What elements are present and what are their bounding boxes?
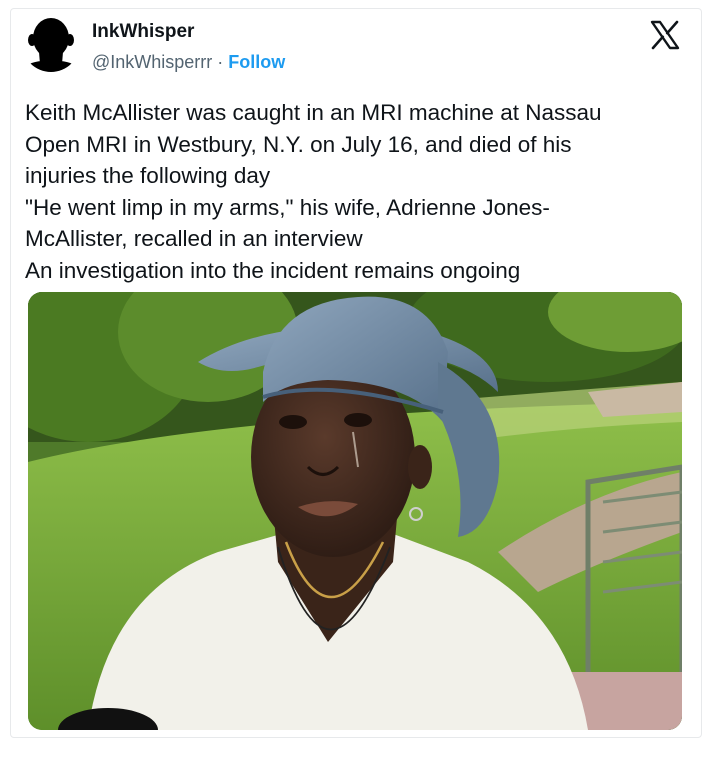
page: InkWhisper @InkWhisperrr · Follow Keith …	[0, 0, 716, 768]
display-name[interactable]: InkWhisper	[92, 20, 194, 44]
tweet-line: Open MRI in Westbury, N.Y. on July 16, a…	[25, 131, 572, 157]
photo-illustration	[28, 292, 682, 730]
handle-separator: ·	[212, 52, 229, 72]
tweet-line: "He went limp in my arms," his wife, Adr…	[25, 194, 550, 220]
x-logo-glyph	[650, 20, 680, 50]
tweet-line: injuries the following day	[25, 163, 271, 188]
avatar[interactable]	[22, 14, 80, 72]
follow-button[interactable]: Follow	[228, 52, 285, 72]
silhouette-avatar-icon	[22, 14, 80, 72]
user-handle[interactable]: @InkWhisperrr	[92, 52, 212, 72]
handle-row: @InkWhisperrr · Follow	[92, 50, 285, 74]
x-logo-icon[interactable]	[650, 20, 680, 50]
tweet-text: Keith McAllister was caught in an MRI ma…	[25, 97, 685, 286]
tweet-line: An investigation into the incident remai…	[25, 257, 521, 283]
tweet-line: Keith McAllister was caught in an MRI ma…	[25, 100, 602, 125]
tweet-line: McAllister, recalled in an interview	[25, 226, 363, 251]
tweet-photo[interactable]	[28, 292, 682, 730]
